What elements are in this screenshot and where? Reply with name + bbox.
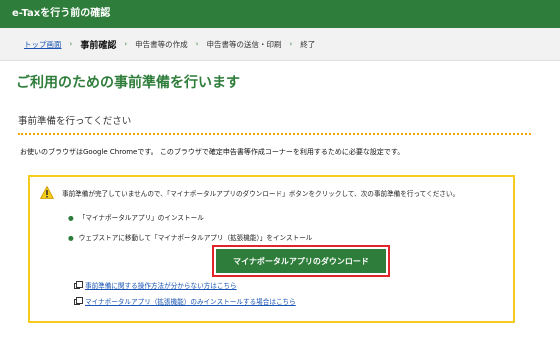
breadcrumb-current: 事前確認 — [80, 40, 117, 51]
help-link-extension-only-label[interactable]: マイナポータルアプリ（拡張機能）のみインストールする場合はこちら — [85, 298, 296, 306]
chevron-right-icon: › — [124, 40, 128, 48]
section-heading: 事前準備を行ってください — [18, 113, 531, 135]
header-title: e-Taxを行う前の確認 — [12, 8, 111, 19]
warning-icon — [40, 186, 54, 199]
browser-note: お使いのブラウザはGoogle Chromeです。 このブラウザで確定申告書等作… — [20, 148, 405, 156]
help-link-preparation-label[interactable]: 事前準備に関する操作方法が分からない方はこちら — [85, 282, 237, 290]
download-button-highlight: マイナポータルアプリのダウンロード — [212, 245, 390, 277]
bullet-text: ウェブストアに移動して「マイナポータルアプリ（拡張機能）」をインストール — [78, 234, 313, 242]
help-link-extension-only[interactable]: マイナポータルアプリ（拡張機能）のみインストールする場合はこちら — [74, 296, 296, 306]
breadcrumb-step-end: 終了 — [300, 39, 316, 49]
bullet-icon: ● — [68, 214, 74, 222]
download-button[interactable]: マイナポータルアプリのダウンロード — [216, 249, 386, 273]
breadcrumb: トップ画面 › 事前確認 › 申告書等の作成 › 申告書等の送信・印刷 › 終了 — [0, 28, 560, 61]
chevron-right-icon: › — [69, 40, 73, 48]
list-item: ● 「マイナポータルアプリ」のインストール — [68, 212, 204, 222]
breadcrumb-top-link[interactable]: トップ画面 — [24, 39, 62, 50]
notice-box: 事前準備が完了していませんので、「マイナポータルアプリのダウンロード」ボタンをク… — [28, 175, 515, 323]
bullet-icon: ● — [68, 234, 74, 242]
page-title: ご利用のための事前準備を行います — [16, 75, 240, 91]
chevron-right-icon: › — [289, 40, 293, 48]
external-window-icon — [74, 281, 83, 289]
list-item: ● ウェブストアに移動して「マイナポータルアプリ（拡張機能）」をインストール — [68, 232, 312, 242]
external-window-icon — [74, 297, 83, 305]
breadcrumb-step-send: 申告書等の送信・印刷 — [206, 39, 282, 49]
bullet-text: 「マイナポータルアプリ」のインストール — [78, 214, 204, 222]
notice-message: 事前準備が完了していませんので、「マイナポータルアプリのダウンロード」ボタンをク… — [62, 190, 460, 198]
app-header: e-Taxを行う前の確認 — [0, 0, 560, 28]
breadcrumb-step-create: 申告書等の作成 — [135, 39, 188, 49]
chevron-right-icon: › — [195, 40, 199, 48]
help-link-preparation[interactable]: 事前準備に関する操作方法が分からない方はこちら — [74, 280, 237, 290]
